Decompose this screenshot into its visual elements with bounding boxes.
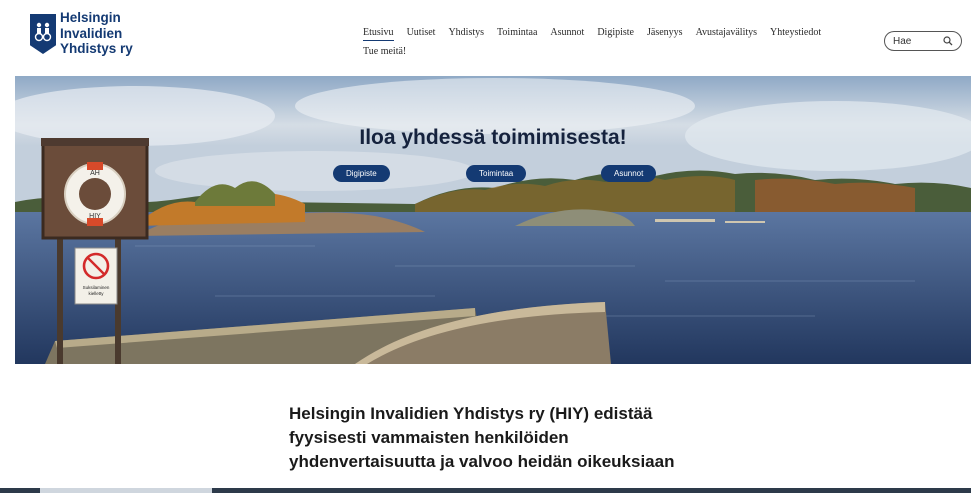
bottom-bar: [0, 488, 971, 493]
site-logo[interactable]: Helsingin Invalidien Yhdistys ry: [30, 10, 160, 62]
hero-banner: AH HIY Suksilaminen kielletty Iloa yhdes…: [15, 76, 971, 364]
nav-item-uutiset[interactable]: Uutiset: [407, 26, 436, 41]
main-nav: Etusivu Uutiset Yhdistys Toimintaa Asunn…: [363, 26, 834, 66]
lifebuoy-text-top: AH: [90, 170, 100, 177]
nav-item-toimintaa[interactable]: Toimintaa: [497, 26, 537, 41]
search-input[interactable]: [893, 34, 941, 48]
hero-button-toimintaa[interactable]: Toimintaa: [466, 165, 527, 182]
logo-emblem-icon: [30, 14, 56, 54]
logo-text: Helsingin Invalidien Yhdistys ry: [60, 10, 133, 57]
hero-button-digipiste[interactable]: Digipiste: [333, 165, 390, 182]
lifebuoy-text-bottom: HIY: [89, 213, 101, 220]
logo-line-2: Invalidien: [60, 25, 123, 41]
search-box[interactable]: [884, 31, 962, 51]
nav-item-jasenyys[interactable]: Jäsenyys: [647, 26, 683, 41]
site-header: Helsingin Invalidien Yhdistys ry Etusivu…: [0, 0, 971, 75]
main-nav-row: Etusivu Uutiset Yhdistys Toimintaa Asunn…: [363, 26, 834, 41]
sign-text-line-1: Suksilaminen: [83, 285, 110, 290]
logo-line-1: Helsingin: [60, 10, 121, 25]
nav-item-yhteystiedot[interactable]: Yhteystiedot: [770, 26, 821, 41]
hero-title: Iloa yhdessä toimimisesta!: [359, 126, 627, 149]
nav-item-digipiste[interactable]: Digipiste: [597, 26, 634, 41]
bottom-bar-highlight: [40, 488, 212, 493]
nav-item-tue-meita[interactable]: Tue meitä!: [363, 45, 406, 59]
sign-text-line-2: kielletty: [88, 291, 104, 296]
logo-line-3: Yhdistys ry: [60, 41, 133, 56]
nav-item-avustajavalitys[interactable]: Avustajavälitys: [696, 26, 757, 41]
hero-button-asunnot[interactable]: Asunnot: [601, 165, 657, 182]
search-icon[interactable]: [943, 36, 953, 46]
nav-item-asunnot[interactable]: Asunnot: [550, 26, 584, 41]
hero-background-image: AH HIY Suksilaminen kielletty: [15, 76, 971, 364]
intro-text: Helsingin Invalidien Yhdistys ry (HIY) e…: [289, 404, 675, 471]
nav-item-yhdistys[interactable]: Yhdistys: [448, 26, 484, 41]
nav-item-etusivu[interactable]: Etusivu: [363, 26, 394, 41]
